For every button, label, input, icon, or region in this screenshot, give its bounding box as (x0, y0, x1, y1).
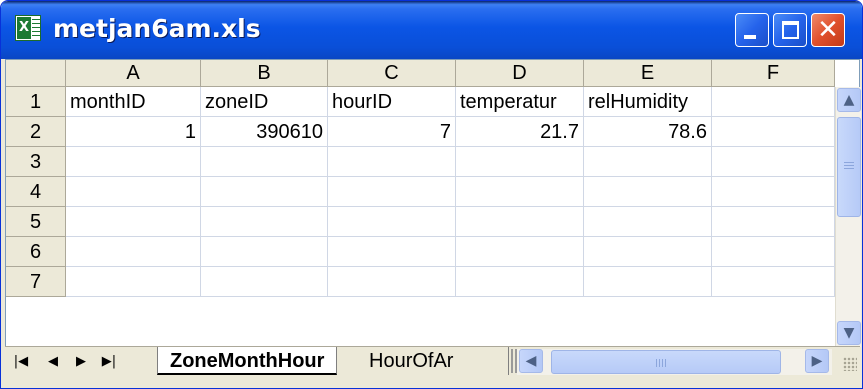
worksheet-grid[interactable]: A B C D E F 1 2 3 4 5 6 7 monthID zoneID… (5, 59, 861, 372)
scroll-right-button[interactable]: ▶ (805, 349, 829, 373)
window-title: metjan6am.xls (53, 14, 261, 43)
horizontal-scrollbar[interactable]: ◀ ▶ (517, 349, 832, 375)
cell-c3[interactable] (328, 147, 456, 177)
cell-c1[interactable]: hourID (328, 87, 456, 117)
cell-a7[interactable] (66, 267, 201, 297)
column-header-d[interactable]: D (456, 60, 584, 87)
excel-window: X metjan6am.xls ✕ A B C D E F 1 2 3 4 5 … (0, 0, 863, 389)
cell-e3[interactable] (584, 147, 712, 177)
cell-f3[interactable] (712, 147, 835, 177)
grip-icon (844, 162, 854, 170)
next-sheet-icon[interactable]: ▶ (73, 351, 89, 373)
row-header-6[interactable]: 6 (6, 237, 66, 267)
row-header-1[interactable]: 1 (6, 87, 66, 117)
row-header-3[interactable]: 3 (6, 147, 66, 177)
column-header-e[interactable]: E (584, 60, 712, 87)
maximize-icon (782, 21, 799, 39)
cell-e4[interactable] (584, 177, 712, 207)
cell-f4[interactable] (712, 177, 835, 207)
cell-b6[interactable] (201, 237, 328, 267)
last-sheet-icon[interactable]: ▶| (101, 351, 117, 373)
vertical-scroll-thumb[interactable] (837, 117, 861, 217)
cell-d4[interactable] (456, 177, 584, 207)
cell-b5[interactable] (201, 207, 328, 237)
row-header-7[interactable]: 7 (6, 267, 66, 297)
tab-zonemonthhour[interactable]: ZoneMonthHour (157, 347, 338, 375)
scroll-down-button[interactable]: ▼ (837, 321, 861, 345)
cell-d6[interactable] (456, 237, 584, 267)
cell-c2[interactable]: 7 (328, 117, 456, 147)
cell-b3[interactable] (201, 147, 328, 177)
cell-b2[interactable]: 390610 (201, 117, 328, 147)
cell-f2[interactable] (712, 117, 835, 147)
cell-b1[interactable]: zoneID (201, 87, 328, 117)
cell-f1[interactable] (712, 87, 835, 117)
maximize-button[interactable] (773, 13, 807, 47)
cell-e5[interactable] (584, 207, 712, 237)
row-header-5[interactable]: 5 (6, 207, 66, 237)
cell-a5[interactable] (66, 207, 201, 237)
cell-d1[interactable]: temperatur (456, 87, 584, 117)
close-button[interactable]: ✕ (811, 13, 845, 47)
prev-sheet-icon[interactable]: ◀ (45, 351, 61, 373)
row-header-2[interactable]: 2 (6, 117, 66, 147)
chevron-up-icon: ▲ (843, 92, 855, 108)
column-header-b[interactable]: B (201, 60, 328, 87)
minimize-button[interactable] (735, 13, 769, 47)
cell-c4[interactable] (328, 177, 456, 207)
cell-a6[interactable] (66, 237, 201, 267)
cell-d5[interactable] (456, 207, 584, 237)
cell-a4[interactable] (66, 177, 201, 207)
column-header-f[interactable]: F (712, 60, 835, 87)
scroll-left-button[interactable]: ◀ (519, 349, 543, 373)
sheet-tab-bar: |◀ ◀ ▶ ▶| ZoneMonthHour HourOfAr ◀ ▶ (5, 346, 860, 376)
cell-d3[interactable] (456, 147, 584, 177)
scroll-up-button[interactable]: ▲ (837, 88, 861, 112)
cell-d7[interactable] (456, 267, 584, 297)
first-sheet-icon[interactable]: |◀ (13, 351, 29, 373)
vertical-scrollbar[interactable]: ▲ ▼ (835, 87, 861, 347)
cell-e6[interactable] (584, 237, 712, 267)
cell-b7[interactable] (201, 267, 328, 297)
excel-icon[interactable]: X (15, 15, 41, 41)
cell-a2[interactable]: 1 (66, 117, 201, 147)
cell-e2[interactable]: 78.6 (584, 117, 712, 147)
cell-c7[interactable] (328, 267, 456, 297)
cell-a3[interactable] (66, 147, 201, 177)
title-bar[interactable]: X metjan6am.xls ✕ (1, 1, 862, 59)
grip-icon (656, 359, 668, 367)
cell-f6[interactable] (712, 237, 835, 267)
row-header-4[interactable]: 4 (6, 177, 66, 207)
resize-grip-icon[interactable] (843, 357, 857, 371)
cell-a1[interactable]: monthID (66, 87, 201, 117)
cell-c5[interactable] (328, 207, 456, 237)
cell-f7[interactable] (712, 267, 835, 297)
chevron-right-icon: ▶ (811, 353, 823, 369)
cell-f5[interactable] (712, 207, 835, 237)
column-header-c[interactable]: C (328, 60, 456, 87)
cell-b4[interactable] (201, 177, 328, 207)
cell-e1[interactable]: relHumidity (584, 87, 712, 117)
cell-c6[interactable] (328, 237, 456, 267)
close-icon: ✕ (817, 15, 839, 45)
cell-d2[interactable]: 21.7 (456, 117, 584, 147)
horizontal-scroll-thumb[interactable] (551, 350, 781, 374)
minimize-icon (744, 35, 756, 39)
select-all-corner[interactable] (6, 60, 66, 87)
chevron-down-icon: ▼ (843, 325, 855, 341)
chevron-left-icon: ◀ (525, 353, 537, 369)
cell-e7[interactable] (584, 267, 712, 297)
column-header-a[interactable]: A (66, 60, 201, 87)
tab-hourofar[interactable]: HourOfAr (357, 347, 509, 375)
